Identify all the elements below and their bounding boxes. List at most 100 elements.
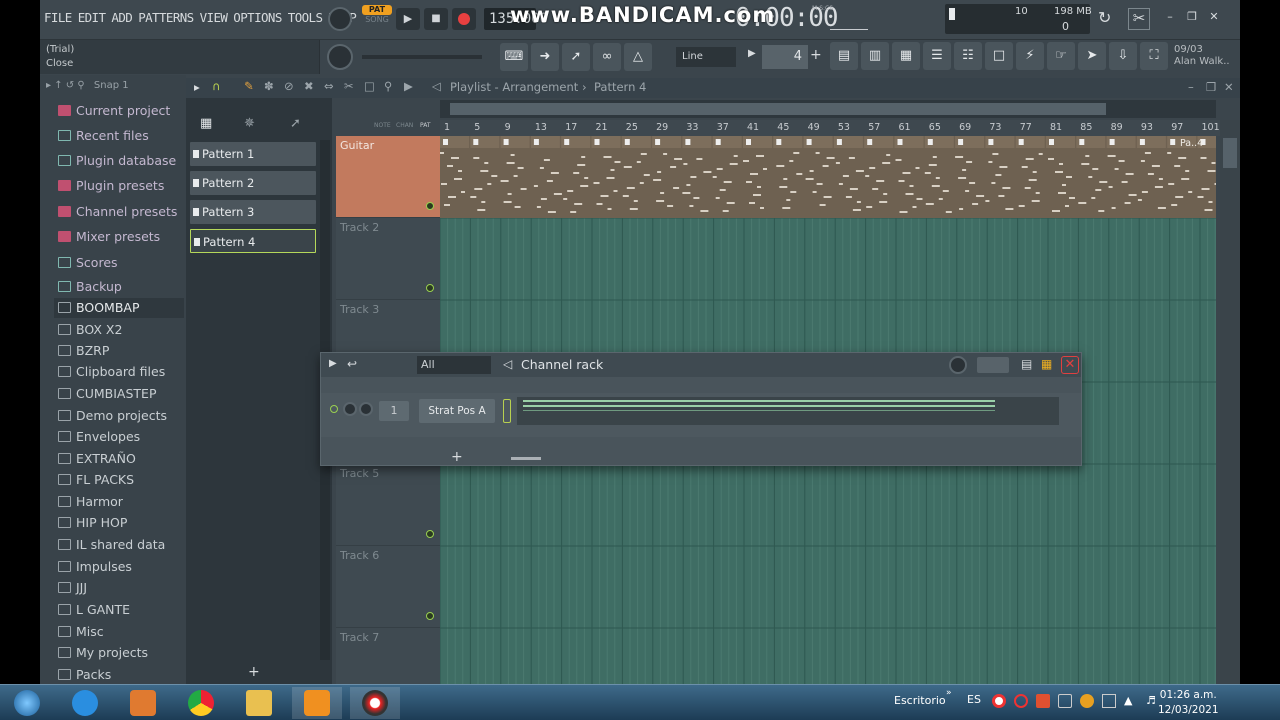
stop-button[interactable]: ■: [424, 8, 448, 30]
menu-patterns[interactable]: PATTERNS: [138, 10, 194, 25]
restore-icon[interactable]: ❐: [1184, 8, 1200, 26]
bandicam-tray-icon[interactable]: [1014, 694, 1028, 708]
toolbar-chevron-icon[interactable]: »: [946, 688, 952, 698]
channel-mute-led[interactable]: [330, 405, 338, 413]
playlist-vertical-scrollbar[interactable]: [1220, 120, 1240, 684]
browser-item[interactable]: BOX X2: [54, 320, 184, 340]
network-tray-icon[interactable]: ▲: [1124, 694, 1138, 708]
browser-item[interactable]: CUMBIASTEP: [54, 384, 184, 404]
rack-group-toggle[interactable]: [977, 357, 1009, 373]
settings-tray-icon[interactable]: [1058, 694, 1072, 708]
touch-keyboard-icon[interactable]: ☞: [1047, 42, 1075, 70]
browser-item[interactable]: Recent files: [54, 126, 184, 146]
playlist-pattern-name[interactable]: Pattern 4: [594, 80, 646, 94]
browser-up-icon[interactable]: ↑: [54, 80, 62, 91]
channel-pan-knob[interactable]: [359, 402, 373, 416]
app-tray-icon[interactable]: [1036, 694, 1050, 708]
pattern-item[interactable]: Pattern 4: [190, 229, 316, 253]
browser-item[interactable]: Scores: [54, 253, 184, 273]
playback-icon[interactable]: ▶: [404, 79, 413, 93]
recording-tray-icon[interactable]: [992, 694, 1006, 708]
delete-tool-icon[interactable]: ✖: [304, 79, 314, 93]
track-header[interactable]: Track 7: [336, 628, 440, 684]
menu-view[interactable]: VIEW: [200, 10, 228, 25]
pattern-item[interactable]: Pattern 3: [190, 200, 316, 224]
graph-editor-icon[interactable]: ▤: [1021, 357, 1032, 371]
tempo-tap-icon[interactable]: ➤: [1078, 42, 1106, 70]
project-icon[interactable]: □: [985, 42, 1013, 70]
browser-item[interactable]: IL shared data: [54, 535, 184, 555]
typing-keyboard-icon[interactable]: ⌨: [500, 43, 528, 71]
step-prev-icon[interactable]: ▶: [748, 48, 756, 59]
select-icon[interactable]: □: [364, 79, 375, 93]
guitar-pattern-clips[interactable]: Pa..4: [440, 136, 1216, 218]
playlist-restore-icon[interactable]: ❐: [1206, 80, 1216, 94]
taskbar-ie[interactable]: [60, 687, 110, 719]
hscroll-thumb[interactable]: [450, 103, 1106, 115]
browser-item[interactable]: HIP HOP: [54, 513, 184, 533]
rack-arrow-icon[interactable]: ▶: [329, 358, 337, 369]
browser-item[interactable]: Envelopes: [54, 427, 184, 447]
plugin-icon[interactable]: ⚡: [1016, 42, 1044, 70]
track-mute-led[interactable]: [426, 202, 434, 210]
taskbar-media[interactable]: [118, 687, 168, 719]
browser-item[interactable]: Plugin database: [54, 151, 184, 171]
browser-item[interactable]: JJJ: [54, 578, 184, 598]
browser-item[interactable]: L GANTE: [54, 600, 184, 620]
playlist-arrow-icon[interactable]: ▸: [194, 80, 200, 94]
rack-undo-icon[interactable]: ↩: [347, 357, 357, 371]
metronome-icon[interactable]: △: [624, 43, 652, 71]
add-pattern-icon[interactable]: +: [248, 664, 260, 680]
browser-search-icon[interactable]: ⚲: [77, 80, 84, 91]
taskbar-chrome[interactable]: [176, 687, 226, 719]
browser-item[interactable]: My projects: [54, 643, 184, 663]
browser-item[interactable]: Demo projects: [54, 406, 184, 426]
channel-rack-icon[interactable]: ▦: [892, 42, 920, 70]
track-header[interactable]: Track 5: [336, 464, 440, 546]
main-volume-knob[interactable]: [328, 7, 352, 31]
browser-item[interactable]: Mixer presets: [54, 227, 184, 247]
browser-item[interactable]: Impulses: [54, 557, 184, 577]
track-mute-led[interactable]: [426, 530, 434, 538]
track-header[interactable]: Track 6: [336, 546, 440, 628]
close-icon[interactable]: ✕: [1206, 8, 1222, 26]
browser-arrow-icon[interactable]: ▸: [46, 80, 51, 91]
step-edit-icon[interactable]: ➜: [531, 43, 559, 71]
cut-tool-icon[interactable]: ✂: [1128, 8, 1150, 30]
taskbar-fl-studio[interactable]: [292, 687, 342, 719]
browser-item[interactable]: Channel presets: [54, 202, 184, 222]
pattern-item[interactable]: Pattern 2: [190, 171, 316, 195]
master-pitch-knob[interactable]: [327, 44, 353, 70]
browser-item[interactable]: Misc: [54, 622, 184, 642]
mixer-icon[interactable]: ☰: [923, 42, 951, 70]
download-icon[interactable]: ⇩: [1109, 42, 1137, 70]
browser-item[interactable]: BZRP: [54, 341, 184, 361]
recording-blend-icon[interactable]: ➚: [562, 43, 590, 71]
step-value[interactable]: 4: [762, 45, 808, 69]
playlist-horizontal-scrollbar[interactable]: [440, 100, 1216, 118]
pattern-item[interactable]: Pattern 1: [190, 142, 316, 166]
brush-icon[interactable]: ✽: [264, 79, 274, 93]
browser-item[interactable]: BOOMBAP: [54, 298, 184, 318]
playlist-minimize-icon[interactable]: –: [1188, 80, 1194, 94]
record-button[interactable]: [452, 8, 476, 30]
automation-icon[interactable]: ➚: [290, 116, 301, 131]
taskbar-bandicam[interactable]: [350, 687, 400, 719]
play-button[interactable]: ▶: [396, 8, 420, 30]
snap-selector[interactable]: Line: [676, 47, 736, 67]
desktop-toolbar-label[interactable]: Escritorio: [894, 694, 946, 707]
rack-swing-knob[interactable]: [949, 356, 967, 374]
track-header[interactable]: Track 2: [336, 218, 440, 300]
piano-roll-icon[interactable]: ▥: [861, 42, 889, 70]
rack-close-button[interactable]: ✕: [1061, 356, 1079, 374]
channel-name-button[interactable]: Strat Pos A: [419, 399, 495, 423]
menu-add[interactable]: ADD: [111, 10, 132, 25]
loop-record-icon[interactable]: ∞: [593, 43, 621, 71]
browser-item[interactable]: Packs: [54, 665, 184, 684]
channel-piano-roll-preview[interactable]: [517, 397, 1059, 425]
zoom-icon[interactable]: ⚲: [384, 79, 392, 93]
browser-item[interactable]: Plugin presets: [54, 176, 184, 196]
playlist-close-icon[interactable]: ✕: [1224, 80, 1234, 94]
menu-options[interactable]: OPTIONS: [233, 10, 282, 25]
browser-item[interactable]: EXTRAÑO: [54, 449, 184, 469]
